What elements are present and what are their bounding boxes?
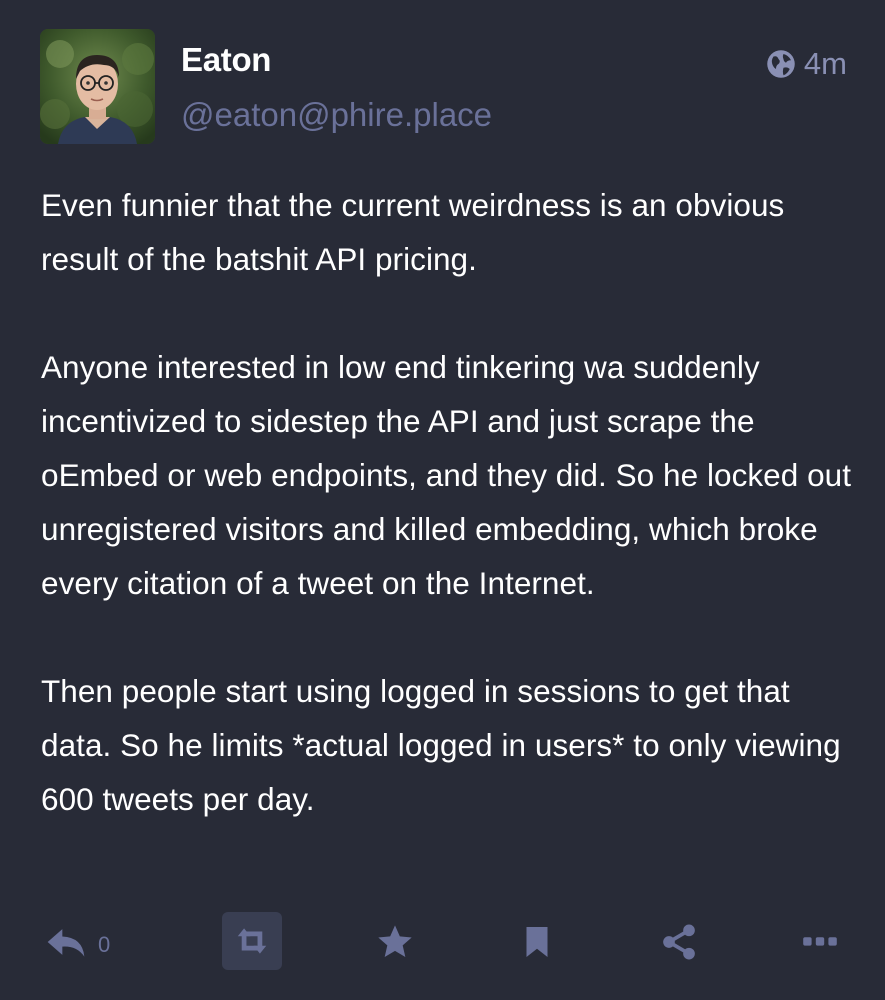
more-icon xyxy=(802,936,838,948)
boost-button[interactable] xyxy=(222,912,282,970)
reply-icon xyxy=(44,920,88,964)
share-button[interactable] xyxy=(649,912,709,972)
bookmark-button[interactable] xyxy=(507,912,567,972)
avatar[interactable] xyxy=(40,29,155,144)
bookmark-icon xyxy=(519,924,555,960)
status-paragraph: Then people start using logged in sessio… xyxy=(41,673,841,817)
share-icon xyxy=(659,922,699,962)
reply-button[interactable]: 0 xyxy=(44,912,144,972)
more-button[interactable] xyxy=(792,912,848,972)
status-content: Even funnier that the current weirdness … xyxy=(41,178,856,826)
action-bar: 0 xyxy=(0,912,885,972)
status-meta: 4m xyxy=(766,44,847,84)
status-paragraph: Anyone interested in low end tinkering w… xyxy=(41,349,852,601)
boost-icon xyxy=(233,922,271,960)
globe-icon xyxy=(766,49,796,79)
favourite-button[interactable] xyxy=(365,912,425,972)
status-paragraph: Even funnier that the current weirdness … xyxy=(41,187,785,277)
status-card: Eaton @eaton@phire.place 4m Even funnier… xyxy=(0,0,885,1000)
avatar-photo xyxy=(40,29,155,144)
reply-count: 0 xyxy=(98,932,111,957)
display-name[interactable]: Eaton xyxy=(181,38,271,82)
timestamp[interactable]: 4m xyxy=(804,44,847,84)
star-icon xyxy=(375,922,415,962)
account-handle[interactable]: @eaton@phire.place xyxy=(181,93,492,137)
